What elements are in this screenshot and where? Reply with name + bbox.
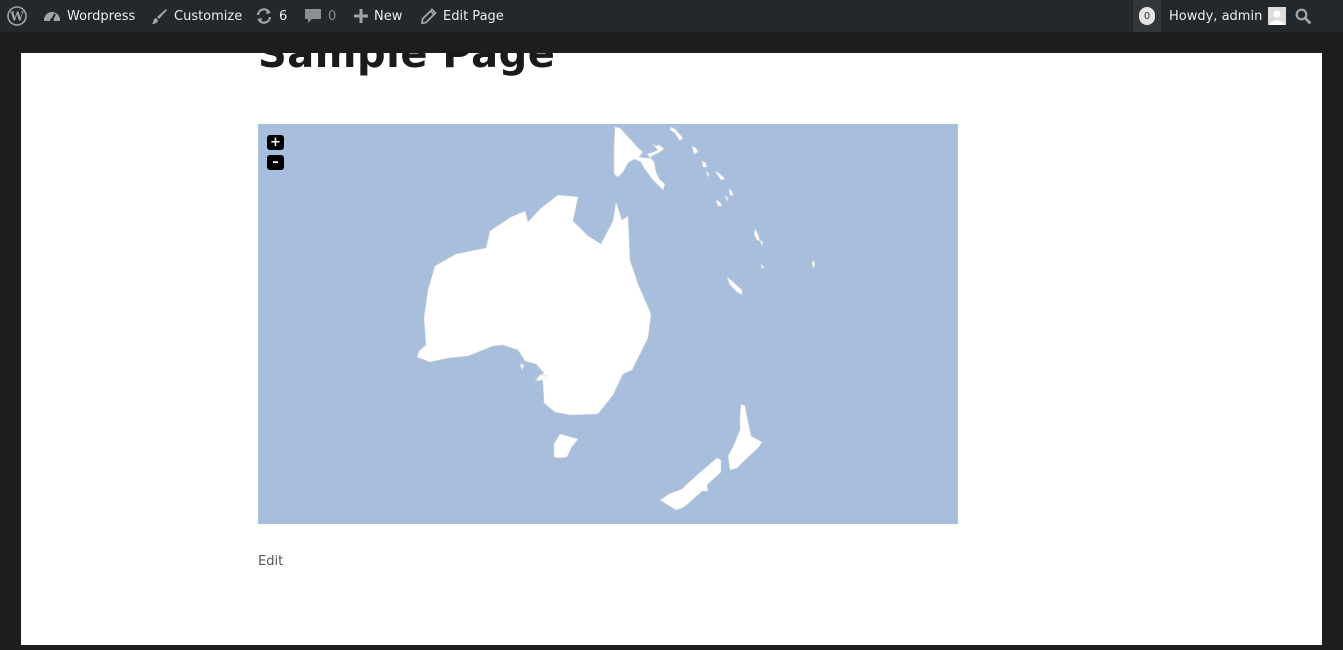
nz-south-island [659,457,722,511]
new-label: New [374,8,403,24]
wordpress-logo-icon[interactable]: W [7,0,27,32]
comments-menu[interactable]: 0 [304,0,336,32]
customize-label: Customize [174,8,243,24]
edit-link[interactable]: Edit [258,554,283,569]
map-widget[interactable]: + – [258,124,958,524]
nz-north-island [727,403,763,471]
search-icon[interactable] [1295,0,1311,32]
notifications-badge: 0 [1139,7,1155,25]
avatar [1268,7,1287,25]
comments-count: 0 [328,8,337,24]
edit-page-menu[interactable]: Edit Page [421,0,504,32]
update-icon [255,7,273,25]
notifications-button[interactable]: 0 [1133,0,1161,32]
new-guinea-landmass [613,126,666,191]
customize-menu[interactable]: Customize [151,0,242,32]
pencil-icon [421,8,437,24]
zoom-in-button[interactable]: + [267,135,284,150]
site-name-label: Wordpress [67,8,136,24]
dashboard-icon [43,8,61,24]
edit-page-label: Edit Page [443,8,504,24]
site-name-menu[interactable]: Wordpress [43,0,135,32]
tasmania-landmass [553,433,579,459]
page-content: Sample Page + – Edit [21,53,1322,645]
zoom-out-button[interactable]: – [267,155,284,170]
svg-text:W: W [9,10,24,24]
my-account-menu[interactable]: Howdy, admin [1169,0,1287,32]
updates-count: 6 [279,8,288,24]
comment-icon [304,8,322,25]
updates-menu[interactable]: 6 [255,0,287,32]
australia-landmass [416,194,652,416]
plus-icon [354,9,368,23]
map-land-layer [416,126,816,511]
brush-icon [151,8,168,25]
admin-bar: W Wordpress Customize 6 0 New Edit Page … [0,0,1343,32]
greeting-label: Howdy, admin [1169,8,1263,24]
page-title: Sample Page [258,53,556,77]
new-content-menu[interactable]: New [354,0,402,32]
